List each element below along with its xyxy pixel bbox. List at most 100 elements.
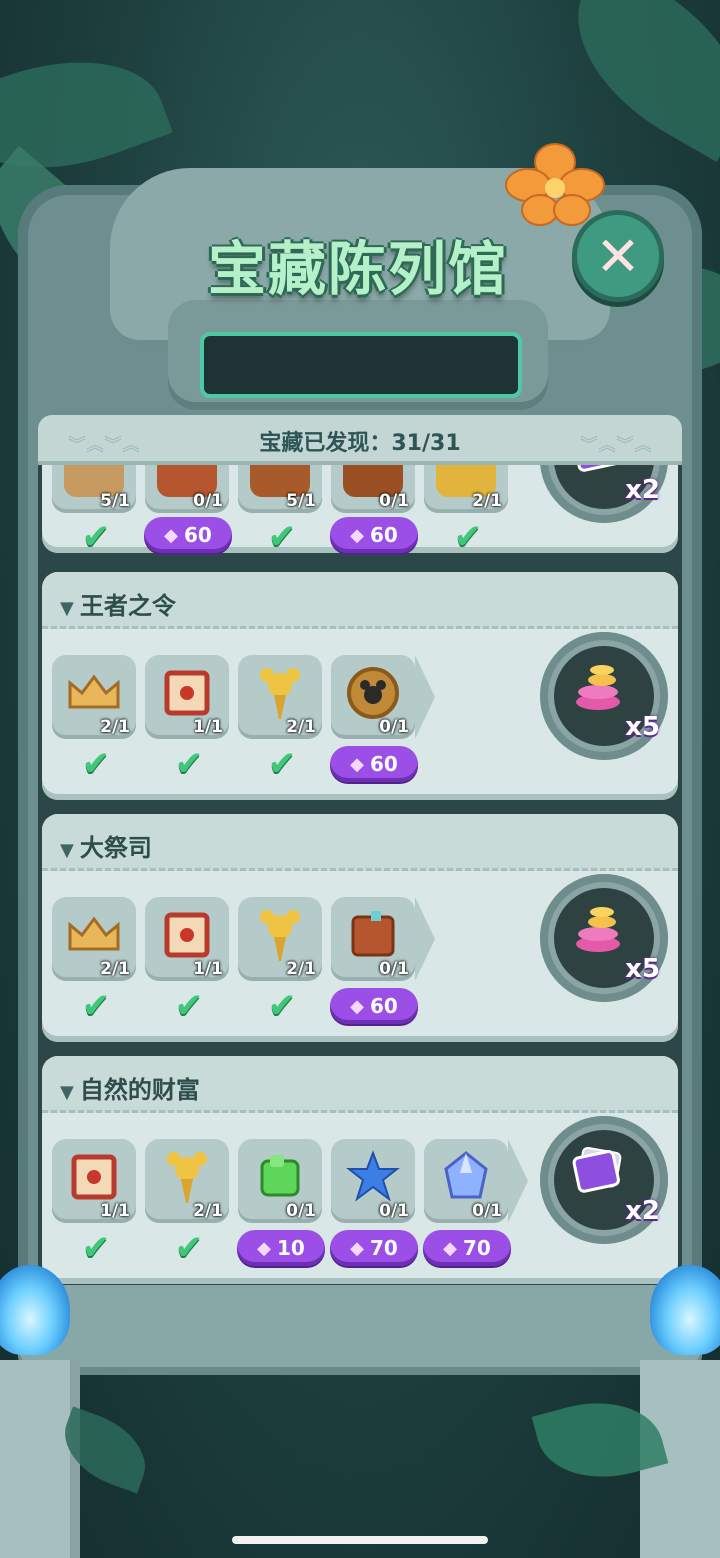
collection-item[interactable]: 5/1 bbox=[238, 465, 322, 513]
collection-item[interactable]: 0/1 bbox=[331, 655, 415, 739]
collection-card: ▼ 大祭司 2/1 1/1 2/1 0/1 ✔ ✔ ✔ ◆ 60 x5 bbox=[42, 814, 678, 1042]
gem-cost: 60 bbox=[370, 523, 398, 547]
check-icon: ✔ bbox=[174, 986, 204, 1026]
collection-header[interactable]: ▼ 自然的财富 bbox=[42, 1056, 678, 1113]
crystal-icon bbox=[444, 1151, 488, 1199]
scroll-icon bbox=[164, 670, 210, 716]
crown-icon bbox=[68, 916, 120, 951]
check-icon: ✔ bbox=[81, 744, 111, 784]
item-count: 0/1 bbox=[379, 717, 409, 737]
collection-item[interactable]: 1/1 bbox=[52, 1139, 136, 1223]
collection-item[interactable]: 2/1 bbox=[145, 1139, 229, 1223]
collection-item[interactable]: 0/1 bbox=[145, 465, 229, 513]
item-count: 1/1 bbox=[100, 1201, 130, 1221]
item-count: 2/1 bbox=[286, 717, 316, 737]
progress-slot bbox=[200, 332, 522, 398]
collection-header[interactable]: ▼ 王者之令 bbox=[42, 572, 678, 629]
reward-badge[interactable]: x5 bbox=[540, 632, 668, 760]
collection-item[interactable]: 2/1 bbox=[52, 897, 136, 981]
discovered-count: 宝藏已发现：31/31 bbox=[259, 431, 461, 456]
collection-item[interactable]: 0/1 bbox=[424, 1139, 508, 1223]
item-count: 0/1 bbox=[193, 491, 223, 511]
close-button[interactable]: ✕ bbox=[572, 210, 664, 302]
check-icon: ✔ bbox=[267, 744, 297, 784]
item-count: 1/1 bbox=[193, 717, 223, 737]
gem-icon: ◆ bbox=[350, 753, 364, 775]
chevron-down-icon: ▼ bbox=[60, 840, 74, 861]
check-icon: ✔ bbox=[267, 986, 297, 1026]
collection-item[interactable]: 2/1 bbox=[238, 655, 322, 739]
collection-item[interactable]: 0/1 bbox=[331, 465, 415, 513]
collection-arrow bbox=[415, 897, 435, 981]
gem-buy-button[interactable]: ◆ 10 bbox=[237, 1230, 325, 1266]
card-pack-icon bbox=[572, 465, 624, 472]
check-icon: ✔ bbox=[81, 1228, 111, 1268]
collection-item[interactable]: 5/1 bbox=[52, 465, 136, 513]
gem-buy-button[interactable]: ◆ 70 bbox=[330, 1230, 418, 1266]
collection-item[interactable]: 1/1 bbox=[145, 655, 229, 739]
reward-badge[interactable]: x2 bbox=[540, 465, 668, 523]
reward-multiplier: x2 bbox=[625, 475, 660, 505]
collection-item[interactable]: 0/1 bbox=[331, 897, 415, 981]
gem-buy-button[interactable]: ◆ 60 bbox=[330, 517, 418, 553]
gem-icon: ◆ bbox=[257, 1237, 271, 1259]
gem-cost: 60 bbox=[370, 994, 398, 1018]
collection-header[interactable]: ▼ 大祭司 bbox=[42, 814, 678, 871]
scroll-icon bbox=[164, 912, 210, 958]
gem-buy-button[interactable]: ◆ 60 bbox=[330, 746, 418, 782]
reward-badge[interactable]: x5 bbox=[540, 874, 668, 1002]
reward-badge[interactable]: x2 bbox=[540, 1116, 668, 1244]
item-count: 2/1 bbox=[472, 491, 502, 511]
blue-flame-icon bbox=[650, 1265, 720, 1355]
collection-item[interactable]: 2/1 bbox=[424, 465, 508, 513]
coin-stack-icon bbox=[576, 907, 620, 952]
check-icon: ✔ bbox=[174, 744, 204, 784]
bottom-stone-ledge bbox=[18, 1285, 702, 1375]
mickey-scepter-icon bbox=[260, 668, 300, 719]
collection-item[interactable]: 1/1 bbox=[145, 897, 229, 981]
collection-item[interactable]: 2/1 bbox=[52, 655, 136, 739]
collection-card: ▼ 王者之令 2/1 1/1 2/1 0/1 ✔ ✔ ✔ ◆ 60 x5 bbox=[42, 572, 678, 800]
collection-item[interactable]: 2/1 bbox=[238, 897, 322, 981]
gem-icon: ◆ bbox=[443, 1237, 457, 1259]
left-pillar bbox=[0, 1360, 80, 1558]
item-count: 0/1 bbox=[379, 959, 409, 979]
gem-icon: ◆ bbox=[350, 995, 364, 1017]
close-icon: ✕ bbox=[595, 224, 641, 288]
leaf-decoration bbox=[543, 0, 720, 162]
check-icon: ✔ bbox=[267, 517, 297, 557]
item-count: 0/1 bbox=[379, 491, 409, 511]
home-indicator[interactable] bbox=[232, 1536, 488, 1544]
collection-item[interactable]: 0/1 bbox=[238, 1139, 322, 1223]
collection-item[interactable]: 0/1 bbox=[331, 1139, 415, 1223]
chevron-down-icon: ▼ bbox=[60, 598, 74, 619]
mickey-scepter-icon bbox=[260, 910, 300, 961]
gem-cost: 60 bbox=[370, 752, 398, 776]
item-count: 2/1 bbox=[100, 717, 130, 737]
gem-icon: ◆ bbox=[164, 524, 178, 546]
collection-name: 大祭司 bbox=[79, 834, 152, 862]
reward-multiplier: x2 bbox=[625, 1196, 660, 1226]
check-icon: ✔ bbox=[81, 986, 111, 1026]
collection-list[interactable]: 5/1 0/1 5/1 0/1 2/1 ✔ ◆ 60 ✔ ◆ 60 ✔ x2 ▼… bbox=[38, 465, 682, 1285]
gem-buy-button[interactable]: ◆ 60 bbox=[330, 988, 418, 1024]
gem-buy-button[interactable]: ◆ 60 bbox=[144, 517, 232, 553]
reward-multiplier: x5 bbox=[625, 712, 660, 742]
collection-arrow bbox=[415, 655, 435, 739]
page-title: 宝藏陈列馆 bbox=[207, 235, 508, 303]
check-icon: ✔ bbox=[81, 517, 111, 557]
collection-name: 王者之令 bbox=[79, 592, 176, 620]
item-count: 0/1 bbox=[472, 1201, 502, 1221]
item-count: 2/1 bbox=[286, 959, 316, 979]
collection-name: 自然的财富 bbox=[79, 1076, 200, 1104]
gem-cost: 10 bbox=[277, 1236, 305, 1260]
mickey-medallion-icon bbox=[347, 667, 399, 719]
item-count: 1/1 bbox=[193, 959, 223, 979]
scroll-icon bbox=[71, 1154, 117, 1200]
discovered-header: ︾︽︾︽ ︾︽︾︽ 宝藏已发现：31/31 bbox=[38, 415, 682, 465]
card-pack-icon bbox=[572, 1146, 622, 1193]
green-cube-icon bbox=[260, 1155, 300, 1197]
gem-buy-button[interactable]: ◆ 70 bbox=[423, 1230, 511, 1266]
item-count: 2/1 bbox=[100, 959, 130, 979]
crown-icon bbox=[68, 674, 120, 709]
